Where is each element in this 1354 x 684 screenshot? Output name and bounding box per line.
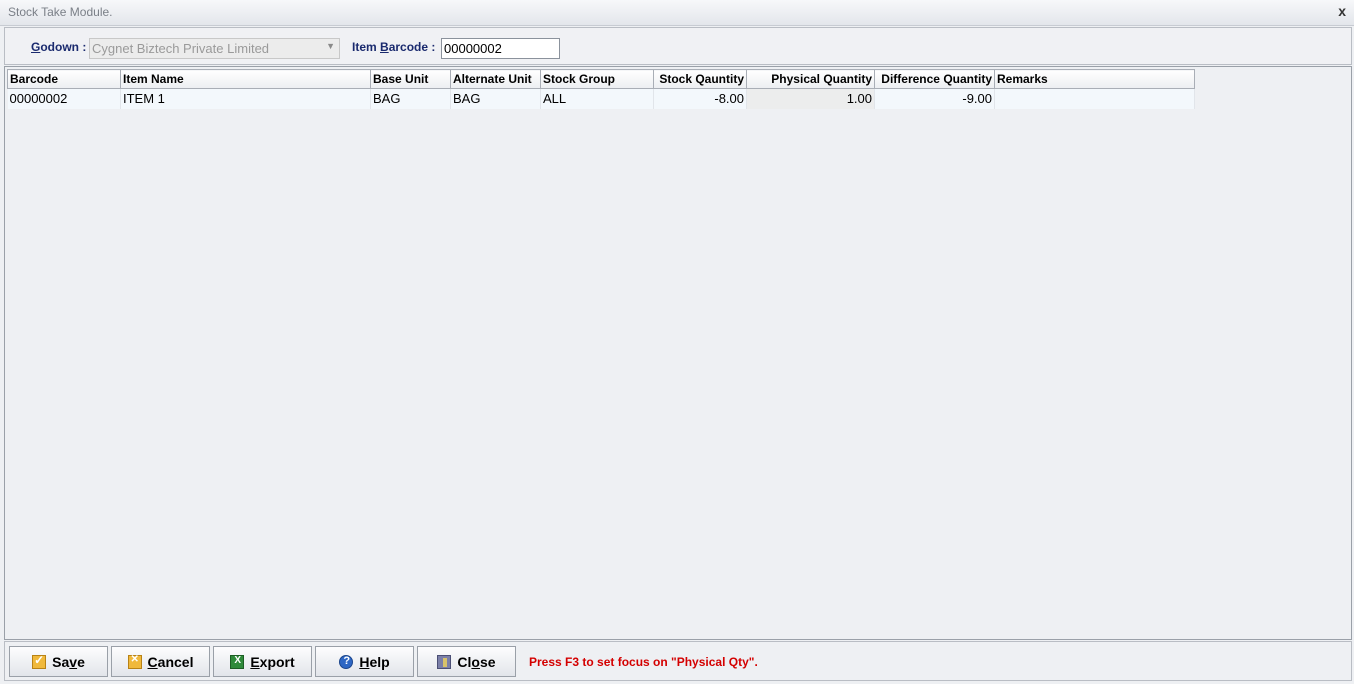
shortcut-hint: Press F3 to set focus on "Physical Qty". xyxy=(529,655,758,669)
column-header-difference-quantity[interactable]: Difference Quantity xyxy=(874,69,995,89)
cell-barcode[interactable]: 00000002 xyxy=(7,88,121,109)
cell-item-name[interactable]: ITEM 1 xyxy=(120,88,371,109)
column-header-stock-quantity[interactable]: Stock Qauntity xyxy=(653,69,747,89)
close-button[interactable]: Close xyxy=(417,646,516,677)
close-icon[interactable]: x xyxy=(1338,3,1346,19)
cell-alternate-unit[interactable]: BAG xyxy=(450,88,541,109)
cancel-label: Cancel xyxy=(147,653,194,670)
close-label: Close xyxy=(457,653,496,670)
cancel-icon xyxy=(127,654,142,669)
help-icon xyxy=(339,654,354,669)
save-label: Save xyxy=(52,653,85,670)
cell-base-unit[interactable]: BAG xyxy=(370,88,451,109)
column-header-physical-quantity[interactable]: Physical Quantity xyxy=(746,69,875,89)
save-button[interactable]: Save xyxy=(9,646,108,677)
bottom-toolbar: Save Cancel Export Help Close Press F3 t… xyxy=(4,641,1352,681)
cell-stock-quantity[interactable]: -8.00 xyxy=(653,88,747,109)
help-label: Help xyxy=(359,653,390,670)
export-button[interactable]: Export xyxy=(213,646,312,677)
cancel-button[interactable]: Cancel xyxy=(111,646,210,677)
title-bar: Stock Take Module. x xyxy=(0,0,1354,26)
chevron-down-icon[interactable]: ▼ xyxy=(326,41,335,51)
column-header-stock-group[interactable]: Stock Group xyxy=(540,69,654,89)
column-header-remarks[interactable]: Remarks xyxy=(994,69,1195,89)
export-label: Export xyxy=(250,653,295,670)
door-exit-icon xyxy=(437,654,452,669)
godown-selected-value: Cygnet Biztech Private Limited xyxy=(92,41,270,56)
grid-header-row: Barcode Item Name Base Unit Alternate Un… xyxy=(7,69,1195,89)
stock-grid-area: Barcode Item Name Base Unit Alternate Un… xyxy=(4,66,1352,640)
column-header-base-unit[interactable]: Base Unit xyxy=(370,69,451,89)
cell-remarks[interactable] xyxy=(994,88,1195,109)
save-icon xyxy=(32,653,47,669)
column-header-barcode[interactable]: Barcode xyxy=(7,69,121,89)
cell-stock-group[interactable]: ALL xyxy=(540,88,654,109)
item-barcode-label: Item Barcode : xyxy=(352,40,436,54)
godown-select[interactable]: Cygnet Biztech Private Limited ▼ xyxy=(89,38,340,59)
item-barcode-input[interactable] xyxy=(441,38,560,59)
godown-label: Godown : xyxy=(31,40,87,54)
filter-panel: Godown : Cygnet Biztech Private Limited … xyxy=(4,27,1352,65)
help-button[interactable]: Help xyxy=(315,646,414,677)
column-header-alternate-unit[interactable]: Alternate Unit xyxy=(450,69,541,89)
table-row[interactable]: 00000002 ITEM 1 BAG BAG ALL -8.00 1.00 -… xyxy=(7,88,1195,109)
stock-take-window: Stock Take Module. x Godown : Cygnet Biz… xyxy=(0,0,1354,684)
cell-physical-quantity[interactable]: 1.00 xyxy=(746,88,875,109)
column-header-item-name[interactable]: Item Name xyxy=(120,69,371,89)
window-title: Stock Take Module. xyxy=(8,5,113,19)
excel-icon xyxy=(230,654,245,669)
stock-grid: Barcode Item Name Base Unit Alternate Un… xyxy=(7,69,1195,109)
cell-difference-quantity[interactable]: -9.00 xyxy=(874,88,995,109)
